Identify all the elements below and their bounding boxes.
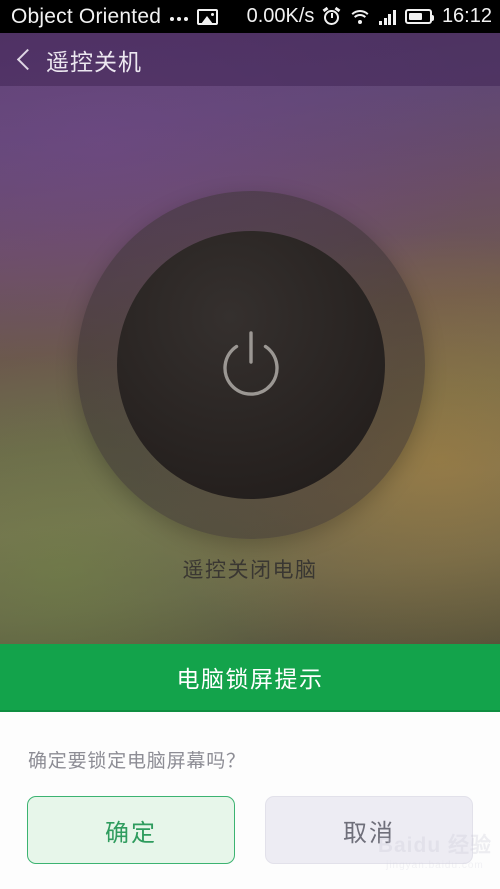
alarm-clock-icon bbox=[323, 6, 341, 25]
status-bar-right: 0.00K/s 16:12 bbox=[247, 5, 500, 28]
dialog-message: 确定要锁定电脑屏幕吗？ bbox=[28, 751, 246, 772]
power-button-face bbox=[117, 231, 385, 499]
dialog-title: 电脑锁屏提示 bbox=[176, 666, 324, 692]
cellular-signal-icon bbox=[379, 9, 396, 25]
power-button-icon bbox=[212, 326, 290, 404]
page-title: 遥控关机 bbox=[46, 48, 142, 75]
clock-label: 16:12 bbox=[441, 5, 492, 27]
dialog-body: 确定要锁定电脑屏幕吗？ bbox=[0, 712, 500, 773]
status-bar-left: Object Oriented bbox=[0, 4, 219, 29]
confirm-button-label: 确定 bbox=[105, 819, 157, 847]
photo-icon bbox=[197, 8, 219, 25]
network-speed-label: 0.00K/s bbox=[246, 5, 315, 27]
power-button[interactable] bbox=[77, 191, 425, 539]
dialog-header: 电脑锁屏提示 bbox=[0, 644, 500, 712]
more-dots-icon bbox=[170, 16, 189, 21]
battery-icon bbox=[404, 9, 434, 24]
wifi-icon bbox=[347, 9, 372, 25]
chevron-left-icon bbox=[16, 48, 38, 71]
status-bar: Object Oriented 0.00K/s 16:12 bbox=[0, 0, 500, 33]
confirm-button[interactable]: 确定 bbox=[27, 796, 235, 864]
app-title-bar: 遥控关机 bbox=[0, 33, 500, 86]
lock-screen-dialog: 电脑锁屏提示 确定要锁定电脑屏幕吗？ 确定 取消 bbox=[0, 644, 500, 889]
dialog-actions: 确定 取消 bbox=[0, 796, 500, 864]
carrier-label: Object Oriented bbox=[11, 4, 162, 28]
cancel-button[interactable]: 取消 bbox=[265, 796, 473, 864]
phone-screen: Object Oriented 0.00K/s 16:12 遥控关机 遥控关闭电… bbox=[0, 0, 500, 889]
back-button[interactable] bbox=[0, 33, 44, 86]
cancel-button-label: 取消 bbox=[343, 819, 395, 847]
